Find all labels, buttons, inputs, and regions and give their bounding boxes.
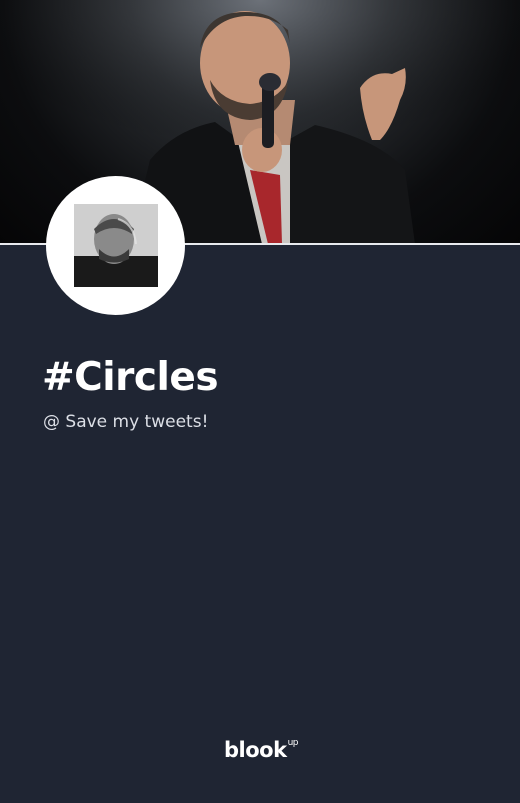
brand-name: blook <box>224 738 287 762</box>
hashtag-title: #Circles <box>42 355 219 400</box>
blookup-logo[interactable]: blookup <box>224 738 299 762</box>
album-cover-avatar-image <box>74 204 158 287</box>
avatar[interactable] <box>46 176 185 315</box>
brand-superscript: up <box>287 738 299 748</box>
subtitle: @ Save my tweets! <box>43 412 209 432</box>
